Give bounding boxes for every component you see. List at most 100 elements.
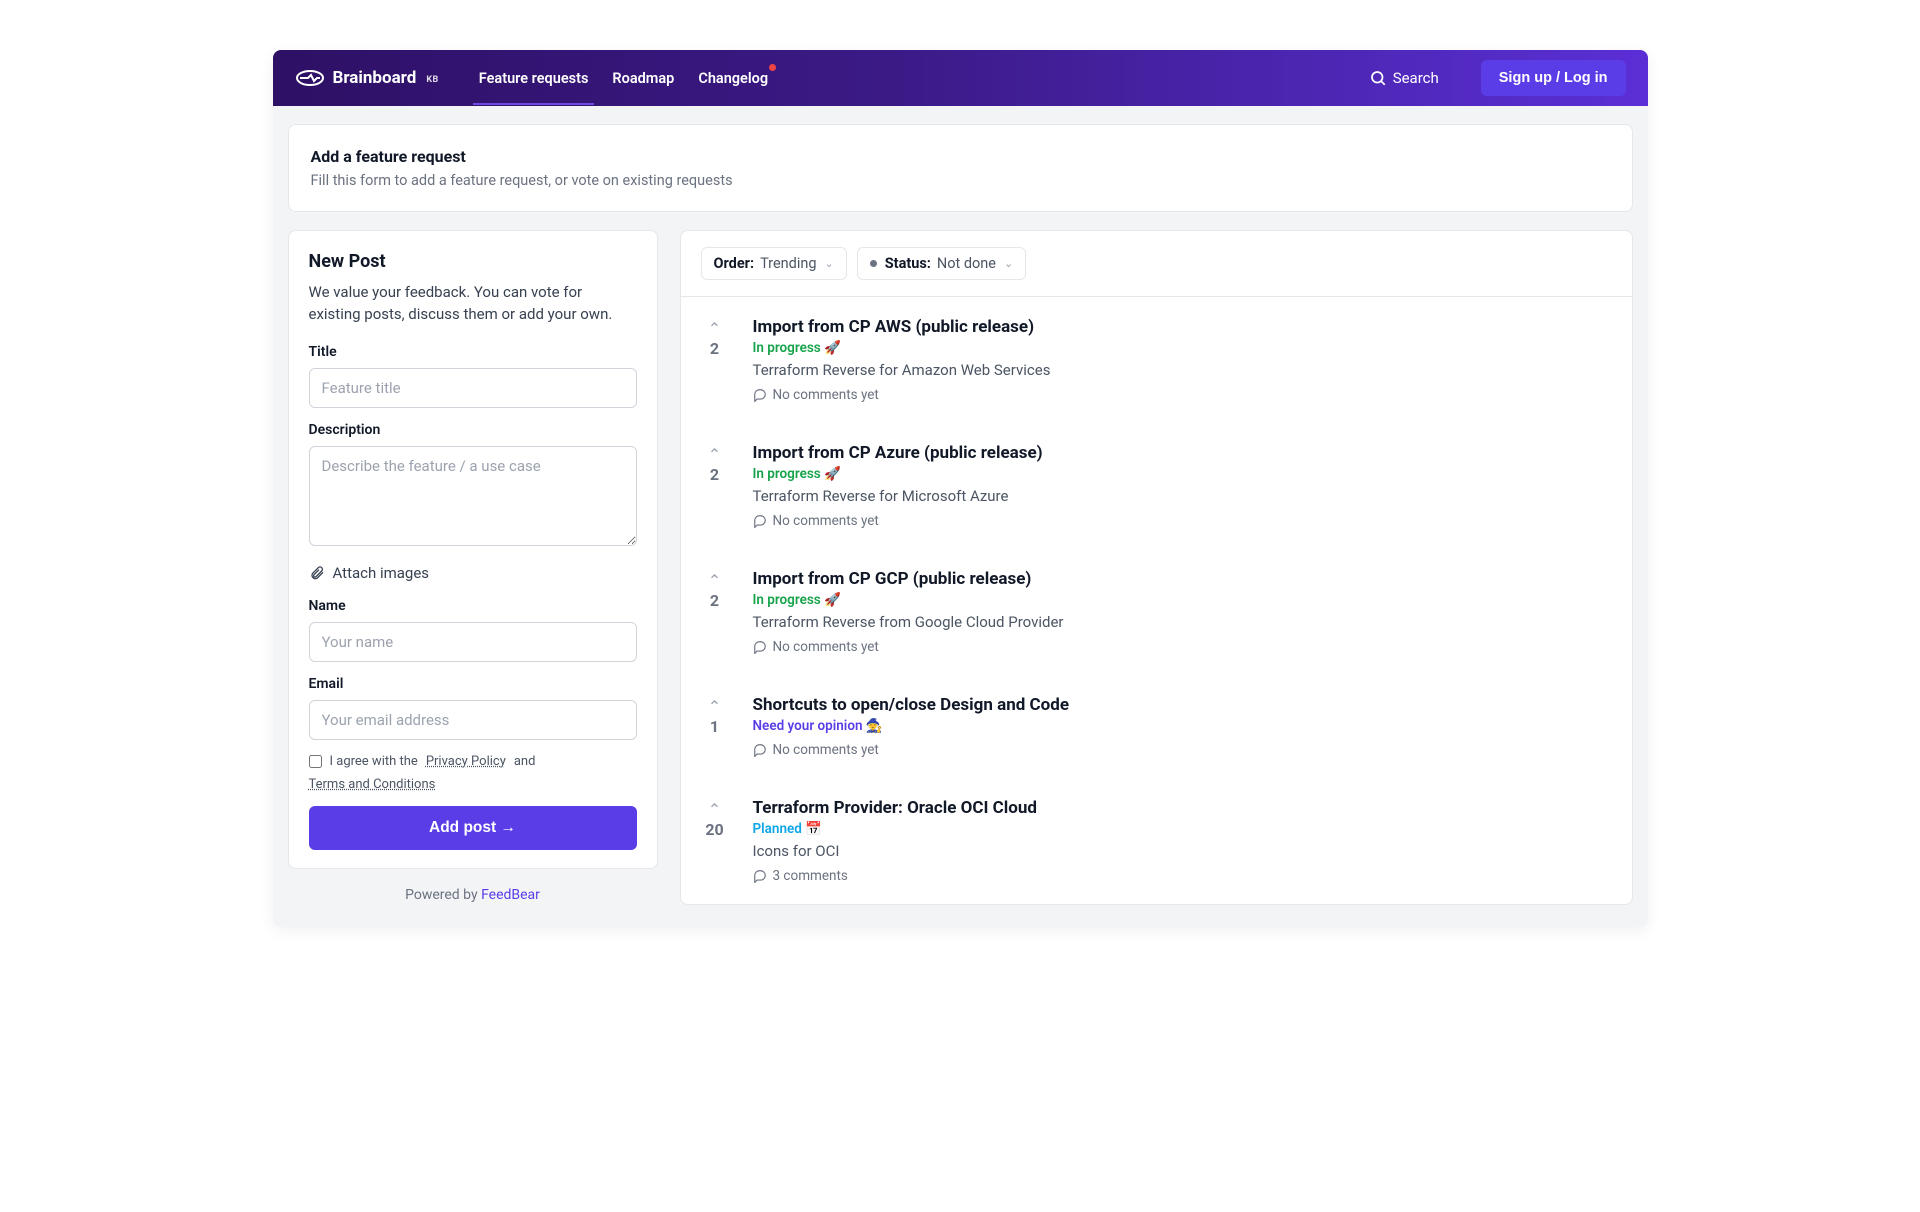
post-item[interactable]: ⌃20 Terraform Provider: Oracle OCI Cloud P… <box>701 778 1612 904</box>
email-label: Email <box>309 676 637 692</box>
post-comments[interactable]: No comments yet <box>753 387 1612 403</box>
post-body: Shortcuts to open/close Design and Code N… <box>753 695 1612 758</box>
form-description: We value your feedback. You can vote for… <box>309 282 637 326</box>
post-comments[interactable]: No comments yet <box>753 639 1612 655</box>
post-status: In progress 🚀 <box>753 340 1612 356</box>
comment-icon <box>753 869 767 883</box>
vote-count: 2 <box>710 465 719 484</box>
consent-row: I agree with the Privacy Policy and Term… <box>309 754 637 792</box>
vote-count: 1 <box>710 717 719 736</box>
brand-name: Brainboard <box>333 68 417 88</box>
post-body: Import from CP Azure (public release) In … <box>753 443 1612 529</box>
post-body: Import from CP GCP (public release) In pr… <box>753 569 1612 655</box>
post-comments[interactable]: No comments yet <box>753 742 1612 758</box>
terms-link[interactable]: Terms and Conditions <box>309 777 436 792</box>
top-nav: Brainboard KB Feature requests Roadmap C… <box>273 50 1648 106</box>
post-status: In progress 🚀 <box>753 592 1612 608</box>
order-label: Order: <box>714 255 755 272</box>
chevron-up-icon: ⌃ <box>708 699 721 715</box>
brand-logo[interactable]: Brainboard KB <box>295 68 439 88</box>
post-comments[interactable]: 3 comments <box>753 868 1612 884</box>
post-item[interactable]: ⌃1Shortcuts to open/close Design and Cod… <box>701 675 1612 778</box>
comment-icon <box>753 388 767 402</box>
vote-count: 2 <box>710 591 719 610</box>
attach-images-button[interactable]: Attach images <box>309 564 637 582</box>
post-title[interactable]: Import from CP AWS (public release) <box>753 317 1612 337</box>
vote-button[interactable]: ⌃2 <box>701 317 729 403</box>
filter-bar: Order: Trending ⌄ Status: Not done ⌄ <box>681 231 1632 297</box>
post-description: Icons for OCI <box>753 842 1612 860</box>
search-label: Search <box>1393 69 1439 87</box>
post-title[interactable]: Shortcuts to open/close Design and Code <box>753 695 1612 715</box>
post-item[interactable]: ⌃2Import from CP AWS (public release)In … <box>701 297 1612 423</box>
notify-dot-icon <box>769 64 776 71</box>
consent-middle: and <box>514 754 536 769</box>
chevron-up-icon: ⌃ <box>708 447 721 463</box>
add-post-button[interactable]: Add post → <box>309 806 637 850</box>
hero-title: Add a feature request <box>311 147 1610 166</box>
order-value: Trending <box>760 255 816 272</box>
vote-button[interactable]: ⌃1 <box>701 695 729 758</box>
status-filter[interactable]: Status: Not done ⌄ <box>857 247 1026 280</box>
search-button[interactable]: Search <box>1369 69 1439 87</box>
post-title[interactable]: Terraform Provider: Oracle OCI Cloud <box>753 798 1612 818</box>
chevron-up-icon: ⌃ <box>708 802 721 818</box>
post-list: ⌃2Import from CP AWS (public release)In … <box>681 297 1632 904</box>
name-input[interactable] <box>309 622 637 662</box>
vote-button[interactable]: ⌃20 <box>701 798 729 884</box>
nav-links: Feature requests Roadmap Changelog <box>477 52 770 105</box>
post-body: Terraform Provider: Oracle OCI Cloud Plan… <box>753 798 1612 884</box>
name-label: Name <box>309 598 637 614</box>
chevron-down-icon: ⌄ <box>1004 257 1013 270</box>
status-label: Status: <box>885 255 931 272</box>
comment-icon <box>753 640 767 654</box>
post-status: In progress 🚀 <box>753 466 1612 482</box>
order-filter[interactable]: Order: Trending ⌄ <box>701 247 847 280</box>
status-dot-icon <box>870 260 877 267</box>
chevron-down-icon: ⌄ <box>825 257 834 270</box>
post-title[interactable]: Import from CP GCP (public release) <box>753 569 1612 589</box>
consent-checkbox[interactable] <box>309 755 322 768</box>
post-status: Need your opinion 🧙 <box>753 718 1612 734</box>
status-value: Not done <box>937 255 996 272</box>
nav-link-roadmap[interactable]: Roadmap <box>610 52 676 105</box>
post-item[interactable]: ⌃2Import from CP Azure (public release)I… <box>701 423 1612 549</box>
consent-prefix: I agree with the <box>330 754 418 769</box>
email-input[interactable] <box>309 700 637 740</box>
new-post-form: New Post We value your feedback. You can… <box>288 230 658 869</box>
post-description: Terraform Reverse from Google Cloud Prov… <box>753 613 1612 631</box>
chevron-up-icon: ⌃ <box>708 321 721 337</box>
post-status: Planned 📅 <box>753 821 1612 837</box>
privacy-policy-link[interactable]: Privacy Policy <box>426 754 506 769</box>
paperclip-icon <box>309 565 325 581</box>
vote-button[interactable]: ⌃2 <box>701 569 729 655</box>
hero-card: Add a feature request Fill this form to … <box>288 124 1633 212</box>
form-heading: New Post <box>309 251 637 272</box>
post-description: Terraform Reverse for Microsoft Azure <box>753 487 1612 505</box>
feedbear-link[interactable]: FeedBear <box>481 887 540 903</box>
attach-label: Attach images <box>333 564 430 582</box>
signup-login-button[interactable]: Sign up / Log in <box>1481 60 1626 96</box>
post-item[interactable]: ⌃2Import from CP GCP (public release)In … <box>701 549 1612 675</box>
title-label: Title <box>309 344 637 360</box>
vote-button[interactable]: ⌃2 <box>701 443 729 529</box>
description-label: Description <box>309 422 637 438</box>
chevron-up-icon: ⌃ <box>708 573 721 589</box>
search-icon <box>1369 69 1387 87</box>
post-title[interactable]: Import from CP Azure (public release) <box>753 443 1612 463</box>
title-input[interactable] <box>309 368 637 408</box>
post-body: Import from CP AWS (public release) In pr… <box>753 317 1612 403</box>
brand-badge: KB <box>426 75 438 85</box>
post-description: Terraform Reverse for Amazon Web Service… <box>753 361 1612 379</box>
vote-count: 2 <box>710 339 719 358</box>
nav-link-feature-requests[interactable]: Feature requests <box>477 52 591 105</box>
nav-link-changelog[interactable]: Changelog <box>696 52 770 105</box>
description-input[interactable] <box>309 446 637 546</box>
post-comments[interactable]: No comments yet <box>753 513 1612 529</box>
comment-icon <box>753 514 767 528</box>
post-list-card: Order: Trending ⌄ Status: Not done ⌄ ⌃2I… <box>680 230 1633 905</box>
comment-icon <box>753 743 767 757</box>
powered-by: Powered by FeedBear <box>288 887 658 903</box>
brainboard-logo-icon <box>295 68 325 88</box>
hero-subtitle: Fill this form to add a feature request,… <box>311 172 1610 189</box>
